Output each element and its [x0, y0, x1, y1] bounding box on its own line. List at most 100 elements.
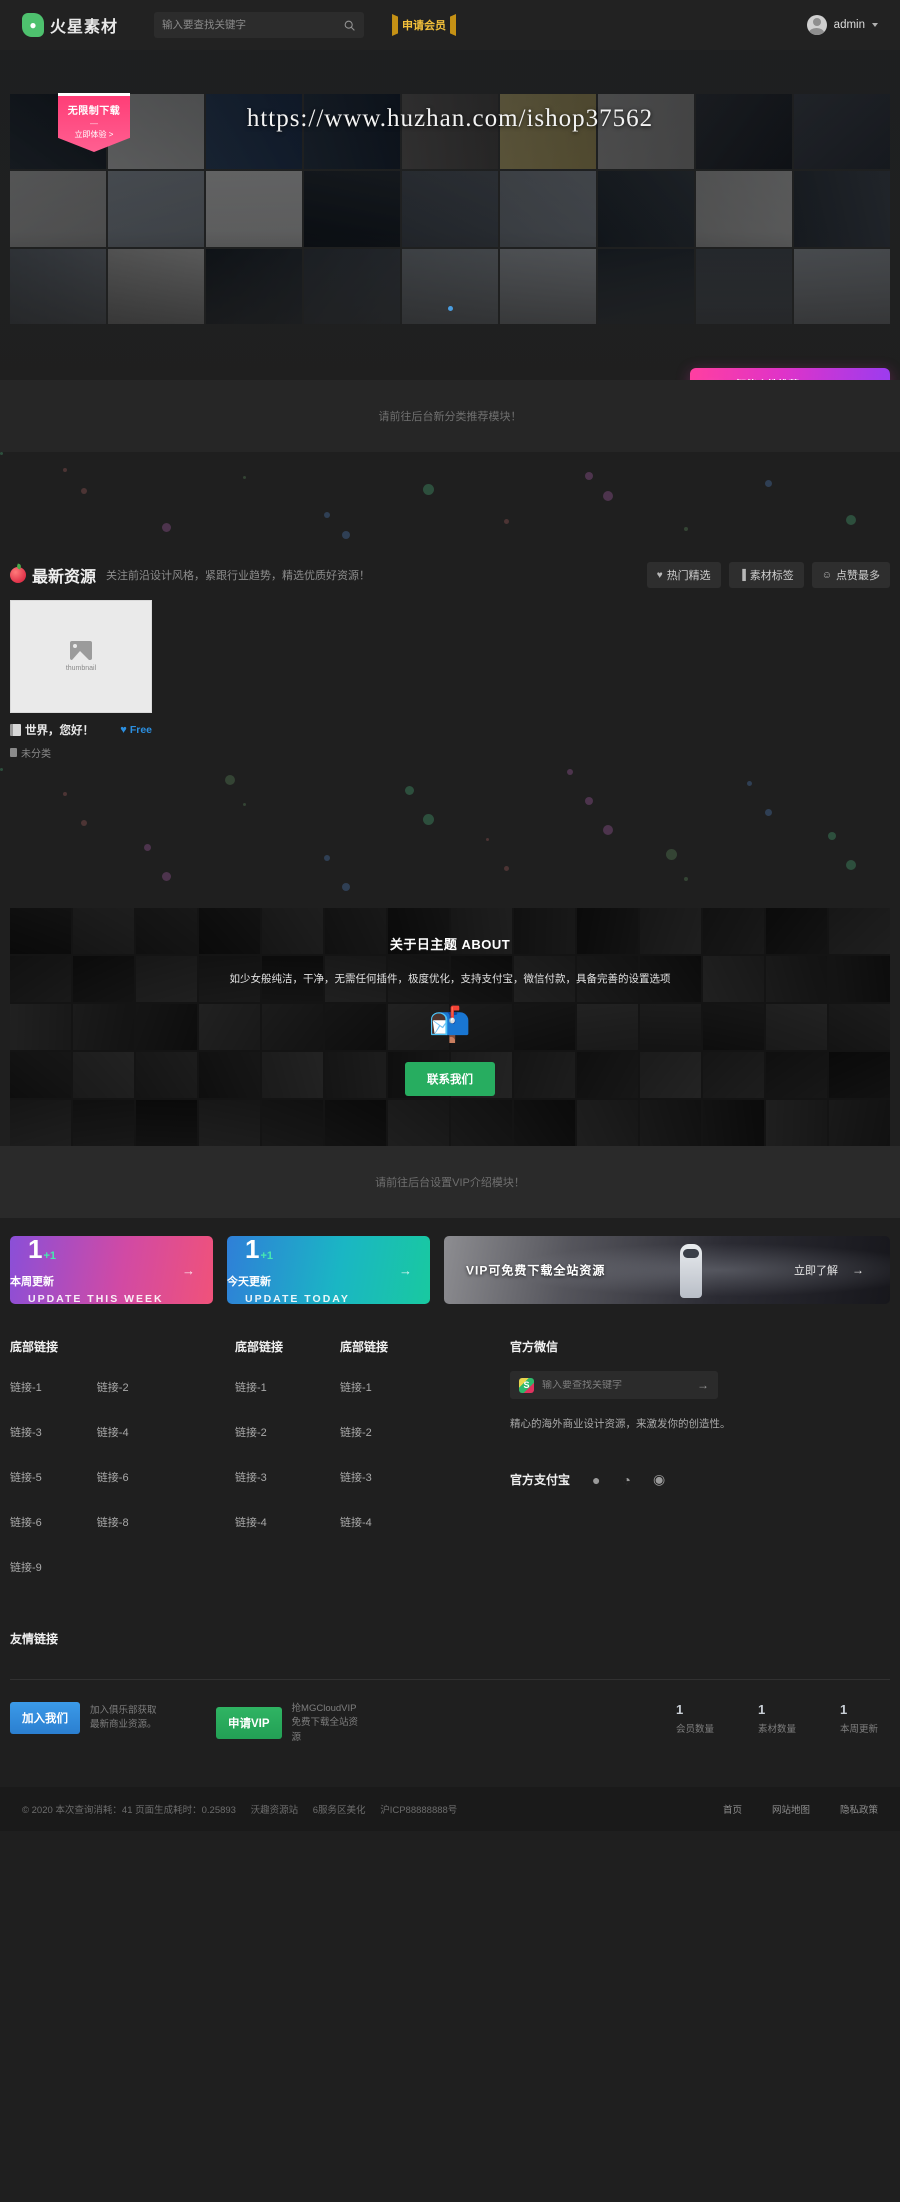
decorative-sparkle-band	[0, 452, 900, 548]
s-app-icon: S	[519, 1377, 534, 1393]
resource-type-icon	[10, 724, 21, 736]
apply-vip-button[interactable]: 申请VIP	[216, 1707, 282, 1740]
resource-card-list: thumbnail 世界，您好！ ♥ Free 未分类	[10, 600, 890, 768]
footer-search[interactable]: S →	[510, 1371, 718, 1399]
folder-icon	[10, 748, 17, 757]
search-icon[interactable]	[343, 19, 356, 32]
list-item[interactable]: 链接-3	[10, 1424, 42, 1440]
stat-members: 1 会员数量	[676, 1702, 714, 1735]
promo-today-delta: +1	[260, 1249, 274, 1262]
site-logo[interactable]: ● 火星素材	[22, 13, 118, 37]
user-avatar-icon	[806, 15, 827, 35]
footer-column-1-right: 链接-2 链接-4 链接-6 链接-8	[97, 1379, 129, 1604]
resource-thumbnail[interactable]: thumbnail	[10, 600, 152, 713]
sparkle-dot	[603, 825, 613, 836]
about-section: 关于日主题 ABOUT 如少女般纯洁，干净，无需任何插件，极度优化，支持支付宝，…	[10, 908, 890, 1146]
page-title: 最新资源	[32, 569, 97, 586]
chip-hot-picks[interactable]: ♥ 热门精选	[646, 562, 721, 588]
smart-recommendation-button[interactable]: ♡ 智能个性推荐 找到了些你感兴趣的，快看看 »	[690, 368, 890, 380]
list-item[interactable]: 链接-5	[10, 1469, 42, 1485]
list-item[interactable]: 链接-2	[97, 1379, 129, 1395]
link-home[interactable]: 首页	[723, 1802, 742, 1816]
join-us-description: 加入俱乐部获取最新商业资源。	[90, 1704, 157, 1730]
footer-column-1-title: 底部链接	[10, 1340, 59, 1354]
link-privacy[interactable]: 隐私政策	[840, 1802, 878, 1816]
resource-category[interactable]: 未分类	[10, 745, 152, 760]
list-item[interactable]: 链接-9	[10, 1559, 42, 1575]
hero-watermark-url: https://www.huzhan.com/ishop37562	[246, 105, 654, 132]
sparkle-dot	[846, 515, 856, 526]
sparkle-dot	[423, 814, 434, 826]
list-item[interactable]: 链接-4	[235, 1514, 340, 1530]
arrow-right-icon[interactable]: →	[852, 1263, 864, 1277]
footer-search-input[interactable]	[542, 1379, 689, 1391]
promo-update-this-week[interactable]: 1 +1 本周更新 UPDATE THIS WEEK →	[10, 1236, 213, 1304]
list-item[interactable]: 链接-4	[97, 1424, 129, 1440]
user-menu[interactable]: admin	[806, 15, 878, 35]
copyright-service[interactable]: 6服务区美化	[313, 1805, 366, 1816]
list-item[interactable]: 链接-3	[340, 1469, 510, 1485]
alipay-title: 官方支付宝	[510, 1473, 571, 1487]
ribbon-line-1: 无限制下载	[67, 106, 121, 117]
about-mosaic-tile	[577, 1100, 638, 1146]
about-mosaic-tile	[388, 1100, 449, 1146]
promo-today-count: 1	[245, 1236, 260, 1264]
chip-material-tags-label: 素材标签	[749, 570, 794, 582]
link-sitemap[interactable]: 网站地图	[772, 1802, 810, 1816]
footer-column-2-title: 底部链接	[235, 1340, 284, 1354]
chevron-down-icon[interactable]	[872, 23, 878, 27]
hero-mosaic-tile	[794, 171, 890, 247]
list-item[interactable]: 链接-8	[97, 1514, 129, 1530]
promo-week-count: 1	[28, 1236, 43, 1264]
weibo-icon[interactable]: ◉	[653, 1471, 665, 1488]
copyright-icp[interactable]: 沪ICP88888888号	[380, 1805, 457, 1816]
list-item[interactable]: 链接-6	[10, 1514, 42, 1530]
list-item[interactable]: 链接-1	[340, 1379, 510, 1395]
contact-us-button[interactable]: 联系我们	[405, 1062, 495, 1096]
footer-column-3: 底部链接 链接-1 链接-2 链接-3 链接-4	[340, 1338, 510, 1604]
list-item[interactable]: 链接-1	[10, 1379, 42, 1395]
about-mosaic-tile	[640, 1100, 701, 1146]
hero-mosaic-tile	[10, 171, 106, 247]
resource-card[interactable]: thumbnail 世界，您好！ ♥ Free 未分类	[10, 600, 152, 760]
promo-update-today[interactable]: 1 +1 今天更新 UPDATE TODAY →	[227, 1236, 430, 1304]
promo-vip-banner[interactable]: VIP可免费下载全站资源 立即了解 →	[444, 1236, 890, 1304]
search-input[interactable]	[162, 19, 344, 31]
heart-icon: ♥	[656, 569, 663, 581]
sparkle-dot	[765, 808, 772, 816]
sparkle-dot	[567, 769, 573, 776]
sparkle-dot	[324, 511, 330, 518]
sparkle-dot	[486, 838, 489, 841]
arrow-right-icon[interactable]: →	[399, 1263, 412, 1278]
apply-member-button[interactable]: 申请会员	[394, 14, 454, 36]
ribbon-divider: —	[90, 119, 98, 128]
smart-rec-title: 智能个性推荐	[736, 379, 866, 380]
resource-title[interactable]: 世界，您好！	[25, 722, 94, 738]
about-mosaic-tile	[766, 1100, 827, 1146]
promo-vip-more-label[interactable]: 立即了解	[794, 1262, 838, 1278]
apple-icon	[10, 567, 26, 583]
list-item[interactable]: 链接-3	[235, 1469, 340, 1485]
stat-members-value: 1	[675, 1702, 684, 1717]
chip-most-liked[interactable]: ☺ 点赞最多	[811, 562, 890, 588]
logo-text: 火星素材	[50, 19, 119, 36]
header-search[interactable]	[154, 12, 365, 38]
sparkle-dot	[342, 530, 350, 539]
arrow-right-icon[interactable]: →	[182, 1263, 195, 1278]
apply-vip-description: 抢MGCloudVIP免费下载全站资源	[291, 1703, 359, 1743]
list-item[interactable]: 链接-6	[97, 1469, 129, 1485]
chip-material-tags[interactable]: ▐ 素材标签	[728, 562, 804, 588]
hero-carousel-dots[interactable]	[0, 298, 900, 316]
sparkle-dot	[684, 877, 688, 882]
list-item[interactable]: 链接-2	[235, 1424, 340, 1440]
list-item[interactable]: 链接-4	[340, 1514, 510, 1530]
arrow-right-icon[interactable]: →	[697, 1378, 709, 1392]
copyright-site[interactable]: 沃趣资源站	[251, 1805, 299, 1816]
qq-icon[interactable]: ●	[592, 1472, 600, 1488]
wechat-icon[interactable]: ◔	[622, 1472, 630, 1488]
copyright-bar: © 2020 本次查询消耗：41 页面生成耗时：0.25893 沃趣资源站 6服…	[0, 1786, 900, 1831]
list-item[interactable]: 链接-1	[235, 1379, 340, 1395]
list-item[interactable]: 链接-2	[340, 1424, 510, 1440]
join-us-button[interactable]: 加入我们	[10, 1702, 80, 1734]
hero-mosaic-tile	[500, 171, 596, 247]
